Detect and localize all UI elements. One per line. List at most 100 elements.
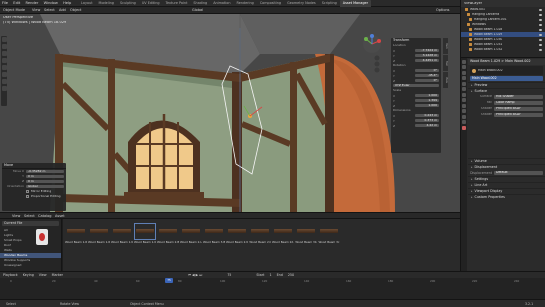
- fac-field[interactable]: Color Ramp: [494, 101, 543, 105]
- scale-y-field[interactable]: 1.399: [415, 99, 439, 103]
- playhead[interactable]: 75: [165, 278, 173, 283]
- asset-thumbnail[interactable]: Wood Beam 1.Ret: [65, 223, 87, 248]
- asset-thumbnail[interactable]: Wood Beam 1.Rd: [88, 223, 110, 248]
- eye-icon[interactable]: [539, 8, 542, 11]
- displacement-field[interactable]: Default: [494, 171, 543, 175]
- mode-select[interactable]: Object Mode: [3, 8, 25, 12]
- transform-tool-icon[interactable]: [1, 72, 7, 77]
- tab-item[interactable]: Item: [443, 38, 448, 54]
- dimensions-z-field[interactable]: 4.42 m: [415, 124, 439, 128]
- output-tab-icon[interactable]: [462, 70, 466, 75]
- timeline-menu-keying[interactable]: Keying: [23, 273, 34, 277]
- asset-menu-catalog[interactable]: Catalog: [38, 214, 51, 218]
- timeline-menu-playback[interactable]: Playback: [3, 273, 18, 277]
- move-x-field[interactable]: -0.35282 m: [26, 170, 64, 174]
- custom-properties-section[interactable]: Custom Properties: [468, 194, 545, 200]
- asset-menu-select[interactable]: Select: [24, 214, 35, 218]
- tab-rendering[interactable]: Rendering: [233, 0, 256, 7]
- tool-tab-icon[interactable]: [462, 59, 466, 64]
- list-item[interactable]: Wood Beam 1.032: [461, 47, 545, 52]
- tab-scripting[interactable]: Scripting: [319, 0, 340, 7]
- asset-menu-view[interactable]: View: [12, 214, 20, 218]
- tab-texture-paint[interactable]: Texture Paint: [163, 0, 191, 7]
- cursor-tool-icon[interactable]: [1, 44, 7, 49]
- asset-thumbnail[interactable]: Wood Beam 2.Lf: [180, 223, 202, 248]
- data-tab-icon[interactable]: [462, 120, 466, 124]
- eye-icon[interactable]: [539, 48, 542, 51]
- asset-thumbnail[interactable]: Wood Beam 3b: [295, 223, 317, 248]
- asset-library-dropdown[interactable]: Current File: [2, 221, 59, 226]
- move-z-field[interactable]: 0 m: [26, 180, 64, 184]
- location-z-field[interactable]: 4.4451 m: [415, 59, 439, 63]
- menu-render[interactable]: Render: [24, 0, 41, 6]
- view-layer-tab-icon[interactable]: [462, 76, 466, 80]
- scene-tab-icon[interactable]: [462, 81, 466, 86]
- menu-edit[interactable]: Edit: [11, 0, 22, 6]
- material-tab-icon[interactable]: [462, 125, 466, 130]
- render-tab-icon[interactable]: [462, 65, 466, 69]
- catalog-unassigned[interactable]: Unassigned: [0, 263, 61, 268]
- tab-view[interactable]: View: [443, 72, 448, 88]
- menu-file[interactable]: File: [0, 0, 10, 6]
- menu-help[interactable]: Help: [61, 0, 73, 6]
- constraints-tab-icon[interactable]: [462, 114, 466, 119]
- eye-icon[interactable]: [539, 28, 542, 31]
- eye-icon[interactable]: [539, 23, 542, 26]
- menu-window[interactable]: Window: [42, 0, 60, 6]
- asset-menu-asset[interactable]: Asset: [55, 214, 65, 218]
- eye-icon[interactable]: [539, 18, 542, 21]
- location-x-field[interactable]: -7.7424 m: [415, 49, 439, 53]
- modifier-tab-icon[interactable]: [462, 98, 466, 102]
- annotate-tool-icon[interactable]: [1, 79, 7, 84]
- eye-icon[interactable]: [539, 38, 542, 41]
- asset-thumbnail[interactable]: Wood Beam 2d: [249, 223, 271, 248]
- measure-tool-icon[interactable]: [1, 86, 7, 91]
- shader-2-field[interactable]: Principled BSDF: [494, 113, 543, 117]
- rotation-y-field[interactable]: -45.4°: [415, 74, 439, 78]
- asset-thumbnail[interactable]: Wood Beam 2.Bd: [157, 223, 179, 248]
- tab-geometry-nodes[interactable]: Geometry Nodes: [284, 0, 319, 7]
- 3d-viewport[interactable]: User Perspective (75) Windows | Wood Bea…: [0, 14, 460, 212]
- navigation-gizmo[interactable]: [360, 34, 384, 74]
- proportional-editing-checkbox[interactable]: [26, 195, 29, 199]
- tab-animation[interactable]: Animation: [210, 0, 233, 7]
- asset-thumbnail[interactable]: Wood Beam 2d.0: [272, 223, 294, 248]
- rotate-tool-icon[interactable]: [1, 58, 7, 63]
- menu-add[interactable]: Add: [59, 8, 66, 12]
- view-layer-label[interactable]: ViewLayer: [464, 2, 482, 6]
- tab-uv-editing[interactable]: UV Editing: [139, 0, 163, 7]
- rotation-x-field[interactable]: 0°: [415, 69, 439, 73]
- object-tab-icon[interactable]: [462, 92, 466, 97]
- shader-1-field[interactable]: Principled BSDF: [494, 107, 543, 111]
- timeline-ruler[interactable]: 0 20 40 60 80 100 120 140 160 180 200 22…: [0, 278, 545, 284]
- material-name-field[interactable]: Main Wood.002: [470, 76, 543, 81]
- move-y-field[interactable]: 0 m: [26, 175, 64, 179]
- menu-select[interactable]: Select: [44, 8, 55, 12]
- asset-thumbnail[interactable]: Wood Beam 2.Nd: [226, 223, 248, 248]
- menu-object[interactable]: Object: [70, 8, 81, 12]
- tab-compositing[interactable]: Compositing: [257, 0, 284, 7]
- surface-shader-field[interactable]: Mix Shader: [494, 95, 543, 99]
- end-frame-field[interactable]: 250: [288, 273, 294, 277]
- scale-x-field[interactable]: 1.000: [415, 94, 439, 98]
- asset-thumbnail[interactable]: Wood Beam 3.Bd: [203, 223, 225, 248]
- tab-layout[interactable]: Layout: [78, 0, 96, 7]
- start-frame-field[interactable]: 1: [269, 273, 271, 277]
- material-slot-list[interactable]: Main Wood.002: [470, 66, 543, 75]
- move-tool-icon[interactable]: [1, 51, 7, 56]
- scale-tool-icon[interactable]: [1, 65, 7, 70]
- asset-thumbnail[interactable]: Wood Beam 1.Nd: [111, 223, 133, 248]
- dimensions-y-field[interactable]: 0.373 m: [415, 119, 439, 123]
- rotation-mode-dropdown[interactable]: XYZ Euler: [393, 84, 439, 88]
- location-y-field[interactable]: 3.1428 m: [415, 54, 439, 58]
- tab-tool[interactable]: Tool: [443, 55, 448, 71]
- asset-thumbnail[interactable]: Wood Beam 3c: [318, 223, 340, 248]
- tab-asset-manager[interactable]: Asset Manager: [339, 0, 371, 7]
- eye-icon[interactable]: [539, 13, 542, 16]
- asset-thumbnail-selected[interactable]: Wood Beam 1.lb: [134, 223, 156, 248]
- play-controls[interactable]: ⏮ ◀ ▶ ⏭: [188, 273, 202, 277]
- eye-icon[interactable]: [539, 43, 542, 46]
- timeline-menu-marker[interactable]: Marker: [52, 273, 63, 277]
- particles-tab-icon[interactable]: [462, 103, 466, 108]
- current-frame-field[interactable]: 75: [227, 273, 231, 277]
